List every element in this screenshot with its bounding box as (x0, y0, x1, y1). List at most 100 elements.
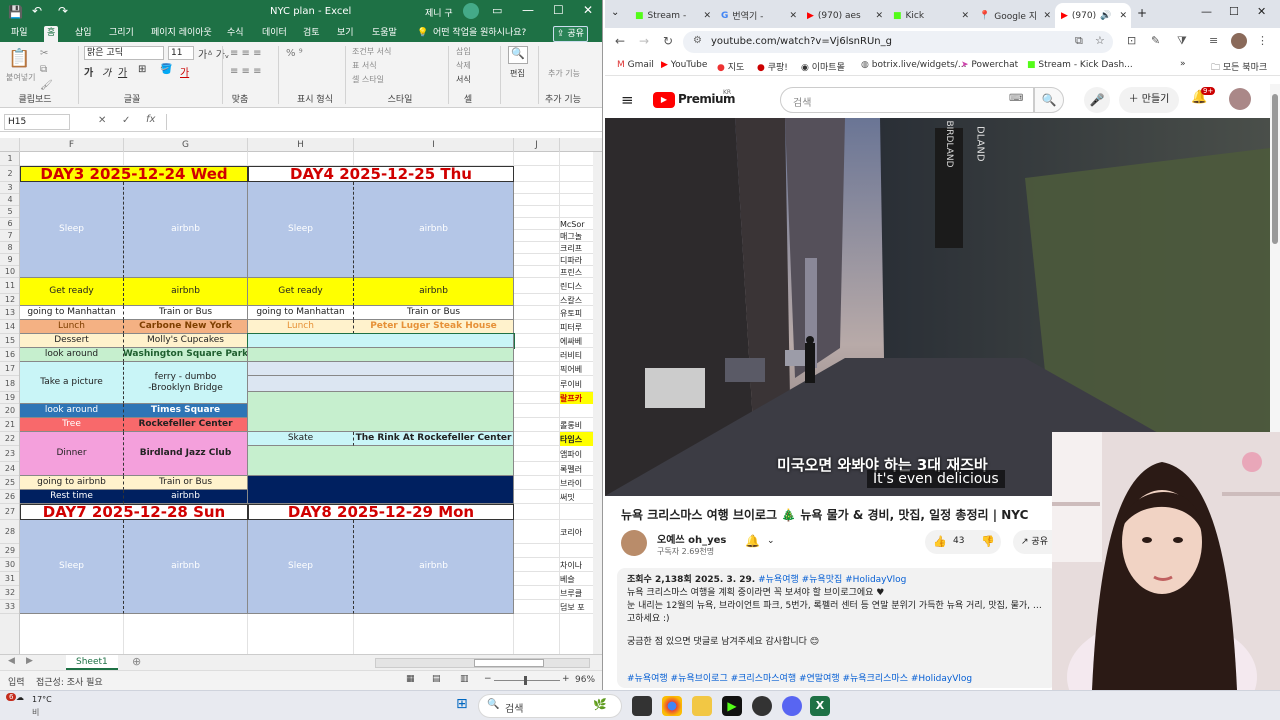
schedule-cell[interactable]: look around (20, 348, 124, 362)
tell-me-search[interactable]: 어떤 작업을 원하시나요? (430, 26, 529, 42)
back-icon[interactable]: ← (615, 34, 625, 48)
list-cell[interactable]: 프린스 (560, 266, 593, 278)
reload-icon[interactable]: ↻ (663, 34, 673, 48)
list-cell[interactable]: 타임스 (560, 432, 593, 446)
zoom-slider-thumb[interactable] (524, 676, 527, 685)
tab-home[interactable]: 홈 (44, 26, 59, 42)
maximize-icon[interactable]: ☐ (1229, 5, 1239, 18)
schedule-cell[interactable]: Take a picture (20, 362, 124, 404)
tab-formulas[interactable]: 수식 (224, 26, 247, 42)
schedule-cell[interactable]: Rest time (20, 490, 124, 504)
keyboard-icon[interactable]: ⌨ (1009, 93, 1023, 104)
voice-search-icon[interactable]: 🎤 (1084, 87, 1110, 113)
task-view-icon[interactable] (632, 696, 652, 716)
chrome-tab-stream[interactable]: ■ Stream - ✕ (629, 3, 715, 28)
list-cell[interactable]: 앰파이 (560, 446, 593, 462)
schedule-cell[interactable]: airbnb (124, 278, 248, 306)
font-size-select[interactable]: 11 (168, 46, 194, 60)
schedule-cell[interactable]: Train or Bus (124, 476, 248, 490)
discord-icon[interactable] (782, 696, 802, 716)
list-cell[interactable]: 에싸베 (560, 334, 593, 348)
bookmark-youtube[interactable]: ▶ YouTube (661, 60, 707, 70)
row-header[interactable]: 21 (0, 418, 19, 432)
normal-view-icon[interactable]: ▦ (406, 674, 415, 684)
search-input[interactable]: 검색 ⌨ (780, 87, 1034, 113)
hamburger-menu-icon[interactable]: ≡ (621, 91, 634, 109)
row-header[interactable]: 18 (0, 376, 19, 392)
list-cell[interactable] (560, 544, 593, 558)
schedule-cell[interactable]: going to Manhattan (20, 306, 124, 320)
copy-icon[interactable]: ⧉ (40, 64, 47, 75)
excel-taskbar-icon[interactable]: X (810, 696, 830, 716)
conditional-format-button[interactable]: 조건부 서식 (352, 46, 391, 57)
chevron-down-icon[interactable]: ⌄ (767, 536, 775, 546)
row-header[interactable]: 24 (0, 462, 19, 476)
schedule-cell[interactable]: going to airbnb (20, 476, 124, 490)
row-header[interactable]: 13 (0, 306, 19, 320)
share-button[interactable]: ⇪ 공유 (553, 26, 588, 42)
horizontal-scrollbar[interactable] (375, 658, 590, 668)
schedule-cell[interactable] (248, 476, 514, 504)
schedule-cell[interactable]: Tree (20, 418, 124, 432)
name-box[interactable]: H15 (4, 114, 70, 130)
list-cell[interactable]: 린디스 (560, 278, 593, 294)
bookmark-coupang[interactable]: ● 쿠팡! (757, 60, 788, 73)
tab-search-icon[interactable]: ⌄ (611, 7, 619, 18)
format-painter-icon[interactable]: 🖌 (40, 80, 53, 91)
start-icon[interactable]: ⊞ (456, 696, 468, 712)
format-cells-button[interactable]: 서식 (456, 74, 471, 85)
minimize-icon[interactable]: — (1201, 5, 1212, 18)
paste-button[interactable]: 붙여넣기 (6, 72, 35, 83)
hashtags[interactable]: #뉴욕여행 #뉴욕맛집 #HolidayVlog (758, 575, 906, 585)
schedule-cell[interactable]: airbnb (124, 520, 248, 614)
schedule-cell[interactable]: Sleep (248, 520, 354, 614)
schedule-cell[interactable] (248, 348, 514, 362)
schedule-cell[interactable]: Dinner (20, 432, 124, 476)
row-header[interactable]: 8 (0, 242, 19, 254)
bookmark-kick-dashboard[interactable]: ■ Stream - Kick Dash... (1027, 60, 1133, 70)
row-header[interactable]: 30 (0, 558, 19, 572)
formula-input[interactable] (166, 114, 598, 130)
row-header[interactable]: 12 (0, 294, 19, 306)
schedule-cell[interactable]: Carbone New York (124, 320, 248, 334)
list-cell[interactable]: 롤롱비 (560, 418, 593, 432)
horizontal-scroll-thumb[interactable] (474, 659, 544, 667)
close-icon[interactable]: ✕ (583, 3, 593, 17)
schedule-cell[interactable]: Birdland Jazz Club (124, 432, 248, 476)
row-header[interactable]: 1 (0, 152, 19, 166)
sheet-tab-sheet1[interactable]: Sheet1 (66, 655, 118, 670)
audio-icon[interactable]: 🔊 (1100, 11, 1111, 21)
underline-button[interactable]: 가 (118, 64, 127, 79)
col-header-g[interactable]: G (124, 138, 248, 152)
schedule-cell[interactable] (248, 376, 514, 392)
cast-icon[interactable]: ⧉ (1075, 34, 1083, 48)
schedule-cell[interactable]: airbnb (124, 182, 248, 278)
list-cell[interactable]: 차이나 (560, 558, 593, 572)
bookmark-emart[interactable]: ◉ 이마트몰 (801, 60, 845, 73)
extension-icon[interactable]: ⊡ (1127, 34, 1136, 47)
description-box[interactable]: 조회수 2,138회 2025. 3. 29. #뉴욕여행 #뉴욕맛집 #Hol… (617, 568, 1057, 688)
spreadsheet-grid[interactable]: DAY3 2025-12-24 Wed DAY4 2025-12-25 Thu Sl… (20, 152, 593, 654)
zoom-slider[interactable] (494, 680, 560, 681)
schedule-cell[interactable] (248, 446, 514, 476)
tab-close-icon[interactable]: ✕ (1043, 11, 1051, 21)
list-cell[interactable]: 스칼스 (560, 294, 593, 306)
page-scroll-thumb[interactable] (1272, 94, 1278, 244)
font-grow-icon[interactable]: 가ᐞ 가ᵥ (198, 46, 229, 61)
schedule-cell-selected[interactable] (247, 333, 515, 349)
list-cell[interactable]: 피터루 (560, 320, 593, 334)
insert-cells-button[interactable]: 삽입 (456, 46, 471, 57)
list-cell[interactable] (560, 404, 593, 418)
bookmark-powerchat[interactable]: ➤ Powerchat (961, 60, 1018, 70)
zoom-in-icon[interactable]: + (562, 674, 570, 684)
channel-name[interactable]: 오예쓰 oh_yes (657, 531, 726, 546)
menu-icon[interactable]: ⋮ (1257, 34, 1268, 47)
schedule-cell[interactable]: Molly's Cupcakes (124, 334, 248, 348)
weather-widget[interactable]: 6 ☁ 17°C 비 (6, 693, 52, 719)
fill-color-icon[interactable]: 🪣 (160, 64, 172, 75)
bookmark-maps[interactable]: ● 지도 (717, 60, 744, 73)
chrome-tab-google-maps[interactable]: 📍 Google 지 ✕ (973, 3, 1055, 28)
close-icon[interactable]: ✕ (1257, 5, 1266, 18)
schedule-cell[interactable]: airbnb (354, 520, 514, 614)
number-format-icon[interactable]: % ⁹ (286, 48, 303, 59)
